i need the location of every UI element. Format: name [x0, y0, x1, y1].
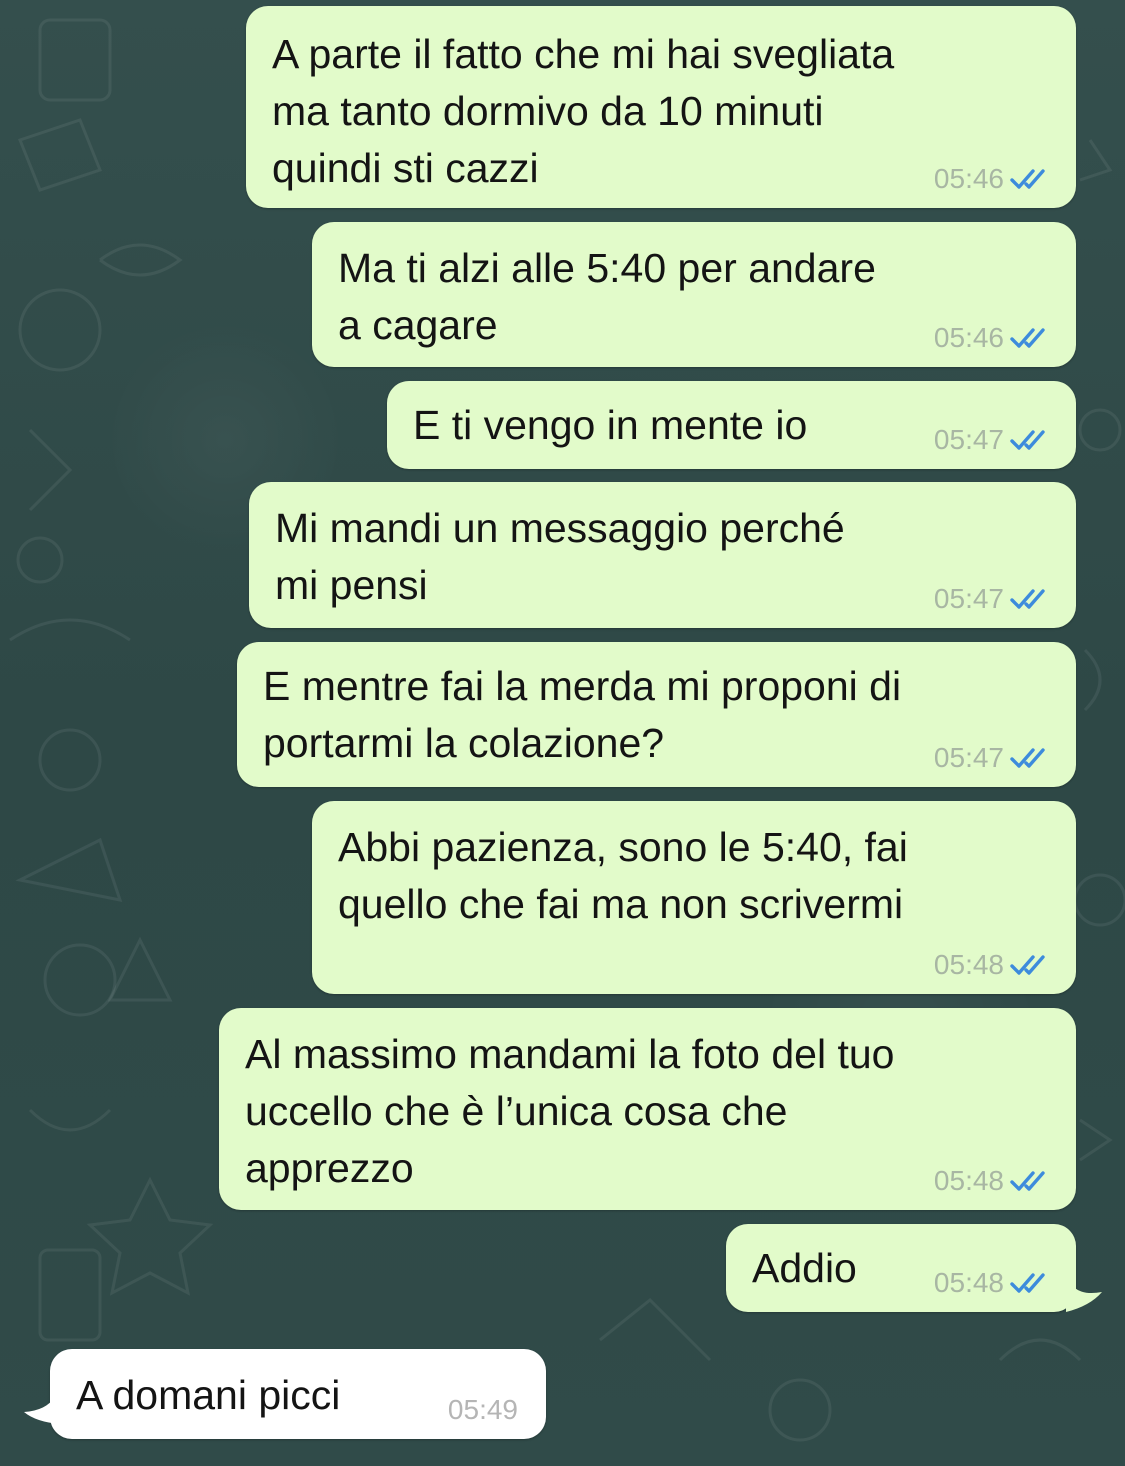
message-text: Mi mandi un messaggio perché mi pensi	[275, 505, 845, 608]
read-double-check-icon	[1010, 1273, 1045, 1293]
message-text: Al massimo mandami la foto del tuo uccel…	[245, 1031, 895, 1191]
message-text: Addio	[752, 1245, 857, 1291]
message-time: 05:48	[933, 1267, 1004, 1298]
message-text: E ti vengo in mente io	[413, 402, 808, 448]
read-double-check-icon	[1010, 430, 1045, 450]
read-double-check-icon	[1010, 169, 1045, 189]
message-time: 05:49	[447, 1394, 518, 1425]
read-double-check-icon	[1010, 1171, 1045, 1191]
read-double-check-icon	[1010, 328, 1045, 348]
message-time: 05:47	[933, 583, 1004, 614]
message-list[interactable]: A parte il fatto che mi hai svegliata ma…	[0, 0, 1125, 1466]
message-time: 05:46	[933, 322, 1004, 353]
outgoing-message[interactable]: A parte il fatto che mi hai svegliata ma…	[246, 6, 1076, 208]
message-time: 05:47	[933, 424, 1004, 455]
message-time: 05:47	[933, 742, 1004, 773]
outgoing-message[interactable]: E mentre fai la merda mi proponi di port…	[237, 642, 1076, 787]
bubble-tail	[1066, 1270, 1102, 1312]
outgoing-message[interactable]: E ti vengo in mente io 05:47	[387, 381, 1076, 469]
read-double-check-icon	[1010, 955, 1045, 975]
outgoing-message[interactable]: Ma ti alzi alle 5:40 per andare a cagare…	[312, 222, 1076, 367]
read-double-check-icon	[1010, 748, 1045, 768]
message-text: A domani picci	[76, 1372, 341, 1418]
outgoing-message[interactable]: Mi mandi un messaggio perché mi pensi 05…	[249, 482, 1076, 628]
message-text: Ma ti alzi alle 5:40 per andare a cagare	[338, 245, 876, 348]
read-double-check-icon	[1010, 589, 1045, 609]
outgoing-message[interactable]: Al massimo mandami la foto del tuo uccel…	[219, 1008, 1076, 1210]
outgoing-message[interactable]: Addio 05:48	[726, 1224, 1076, 1312]
bubble-tail	[24, 1382, 60, 1424]
message-text: E mentre fai la merda mi proponi di port…	[263, 663, 902, 766]
outgoing-message[interactable]: Abbi pazienza, sono le 5:40, fai quello …	[312, 801, 1076, 994]
message-time: 05:48	[933, 1165, 1004, 1196]
message-text: Abbi pazienza, sono le 5:40, fai quello …	[338, 824, 908, 927]
incoming-message[interactable]: A domani picci 05:49	[50, 1349, 546, 1439]
message-time: 05:48	[933, 949, 1004, 980]
message-time: 05:46	[933, 163, 1004, 194]
message-text: A parte il fatto che mi hai svegliata ma…	[272, 31, 895, 191]
